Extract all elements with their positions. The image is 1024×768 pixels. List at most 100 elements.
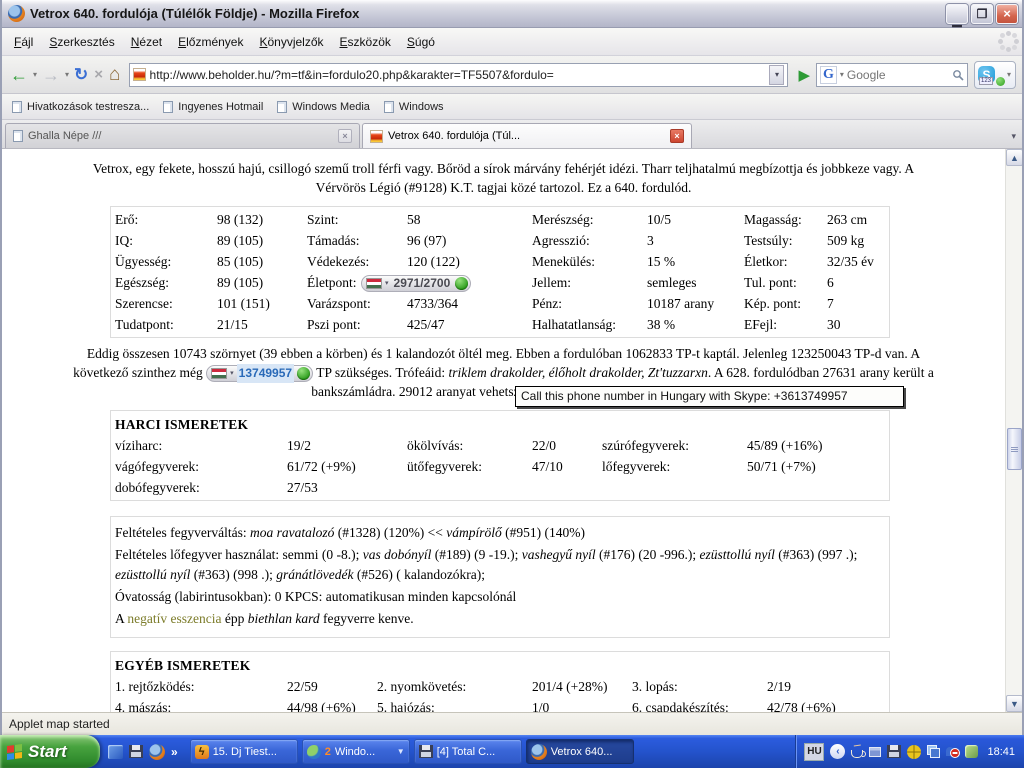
minimize-button[interactable]: ▁ xyxy=(946,4,968,24)
skill-label: 3. lopás: xyxy=(628,676,763,697)
skype-hp-widget[interactable]: ▾ 2971/2700 xyxy=(361,275,471,292)
globe-tray-icon[interactable] xyxy=(907,745,921,759)
trophy-names: triklem drakolder, élőholt drakolder, Zt… xyxy=(448,365,707,380)
vertical-scrollbar[interactable]: ▲ ▼ xyxy=(1005,149,1022,712)
taskbar-button-messenger[interactable]: 2 Windo... ▼ xyxy=(302,739,410,764)
skill-value: 47/10 xyxy=(528,456,598,477)
taskbar-button-totalcmd[interactable]: [4] Total C... xyxy=(414,739,522,764)
bookmark-item[interactable]: Windows xyxy=(380,99,452,115)
java-tray-icon[interactable] xyxy=(851,750,863,758)
other-skills-title: EGYÉB ISMERETEK xyxy=(111,654,889,676)
stat-value: 98 (132) xyxy=(213,209,303,230)
skype-tooltip-text: Call this phone number in Hungary with S… xyxy=(521,389,848,403)
skype-call-icon[interactable] xyxy=(455,277,468,290)
total-commander-icon[interactable] xyxy=(129,745,143,758)
app-window-tray-icon[interactable] xyxy=(869,747,881,757)
tp-needed-value: 13749957 xyxy=(237,364,294,383)
scrollbar-thumb[interactable] xyxy=(1007,428,1022,470)
task-group-caret[interactable]: ▼ xyxy=(397,747,405,756)
skype-tp-widget[interactable]: ▾13749957 xyxy=(206,365,313,382)
skill-label: szúrófegyverek: xyxy=(598,435,743,456)
menu-item-sugo[interactable]: Súgó xyxy=(399,31,443,53)
offline-user-tray-icon[interactable] xyxy=(946,745,959,758)
restore-button[interactable]: ❐ xyxy=(971,4,993,24)
bookmark-item[interactable]: Hivatkozások testresza... xyxy=(8,99,157,115)
tab-close-icon[interactable]: × xyxy=(338,129,352,143)
skype-call-icon[interactable] xyxy=(297,367,310,380)
quicklaunch-overflow-chevron[interactable]: » xyxy=(171,745,178,759)
stat-label: Merészség: xyxy=(528,209,643,230)
address-bar[interactable]: ▾ xyxy=(129,63,789,87)
menu-item-nezet[interactable]: Nézet xyxy=(123,31,170,53)
tab-list-caret[interactable]: ▾ xyxy=(1011,131,1016,142)
stat-label: Erő: xyxy=(111,209,213,230)
url-dropdown-button[interactable]: ▾ xyxy=(769,65,784,85)
stat-value: 89 (105) xyxy=(213,272,303,293)
skype-caret[interactable]: ▾ xyxy=(1006,70,1012,79)
menu-item-eszkozok[interactable]: Eszközök xyxy=(332,31,399,53)
browser-window: Vetrox 640. fordulója (Túlélők Földje) -… xyxy=(0,0,1024,735)
stat-value: 101 (151) xyxy=(213,293,303,314)
skype-toolbar-button[interactable]: S 123 ▾ xyxy=(974,61,1016,89)
stat-value: 85 (105) xyxy=(213,251,303,272)
stat-label: Jellem: xyxy=(528,272,643,293)
tab-label: Vetrox 640. fordulója (Túl... xyxy=(388,130,665,142)
menu-item-elozmenyek[interactable]: Előzmények xyxy=(170,31,251,53)
menu-item-szerkesztes[interactable]: Szerkesztés xyxy=(41,31,122,53)
tab-vetrox-active[interactable]: Vetrox 640. fordulója (Túl... × xyxy=(362,123,692,148)
scroll-up-arrow[interactable]: ▲ xyxy=(1006,149,1022,166)
skill-value: 19/2 xyxy=(283,435,403,456)
search-input[interactable] xyxy=(847,68,950,82)
taskbar-button-firefox-active[interactable]: Vetrox 640... xyxy=(526,739,634,764)
search-magnifier-icon[interactable] xyxy=(952,69,964,81)
network-tray-icon[interactable] xyxy=(965,745,978,758)
forward-button[interactable]: → xyxy=(40,64,62,86)
floppy-tray-icon[interactable] xyxy=(887,745,901,758)
menu-item-konyvjelzok[interactable]: Könyvjelzők xyxy=(251,31,331,53)
stat-label: Tul. pont: xyxy=(740,272,823,293)
skill-value: 2/19 xyxy=(763,676,889,697)
taskbar-button-winamp[interactable]: ϟ 15. Dj Tiest... xyxy=(190,739,298,764)
total-commander-icon xyxy=(419,745,433,758)
messenger-tray-icon[interactable] xyxy=(927,745,940,758)
home-button[interactable]: ⌂ xyxy=(107,63,122,86)
menu-item-fajl[interactable]: Fájl xyxy=(6,31,41,53)
skill-label: 2. nyomkövetés: xyxy=(373,676,528,697)
stat-value: 96 (97) xyxy=(403,230,528,251)
stat-label: Halhatatlanság: xyxy=(528,314,643,335)
weapon-name: biethlan kard xyxy=(248,611,320,626)
close-button[interactable]: × xyxy=(996,4,1018,24)
reload-button[interactable]: ↻ xyxy=(72,64,90,85)
tab-close-icon[interactable]: × xyxy=(670,129,684,143)
stop-button[interactable]: × xyxy=(92,65,105,84)
go-button[interactable]: ▶ xyxy=(794,66,814,84)
bookmark-item[interactable]: Ingyenes Hotmail xyxy=(159,99,271,115)
forward-history-caret[interactable]: ▾ xyxy=(64,70,70,79)
skill-label: lőfegyverek: xyxy=(598,456,743,477)
firefox-quicklaunch-icon[interactable] xyxy=(149,744,165,760)
scroll-down-arrow[interactable]: ▼ xyxy=(1006,695,1022,712)
status-bar: Applet map started xyxy=(2,712,1022,735)
url-input[interactable] xyxy=(146,68,770,82)
negative-essence-link[interactable]: negatív esszencia xyxy=(127,611,221,626)
window-title: Vetrox 640. fordulója (Túlélők Földje) -… xyxy=(30,6,359,21)
skill-label: 1. rejtőzködés: xyxy=(111,676,283,697)
tab-bar: Ghalla Népe /// × Vetrox 640. fordulója … xyxy=(2,120,1022,149)
skype-123-badge: 123 xyxy=(979,77,993,85)
search-box[interactable]: G ▾ xyxy=(816,63,968,87)
google-logo-icon[interactable]: G xyxy=(820,66,837,84)
show-desktop-icon[interactable] xyxy=(108,745,123,759)
navigation-toolbar: ← ▾ → ▾ ↻ × ⌂ ▾ ▶ G ▾ S 123 ▾ xyxy=(2,56,1022,94)
bookmark-label: Windows xyxy=(399,101,444,113)
search-engine-caret[interactable]: ▾ xyxy=(839,70,845,79)
essence-line: A negatív esszencia épp biethlan kard fe… xyxy=(115,609,885,629)
tab-ghalla-nepe[interactable]: Ghalla Népe /// × xyxy=(5,123,360,148)
tray-collapse-chevron[interactable]: ‹ xyxy=(830,744,845,759)
skill-label: víziharc: xyxy=(111,435,283,456)
back-button[interactable]: ← xyxy=(8,64,30,86)
back-history-caret[interactable]: ▾ xyxy=(32,70,38,79)
skill-value: 22/59 xyxy=(283,676,373,697)
bookmark-item[interactable]: Windows Media xyxy=(273,99,378,115)
language-indicator[interactable]: HU xyxy=(804,743,824,761)
start-button[interactable]: Start xyxy=(0,735,100,768)
